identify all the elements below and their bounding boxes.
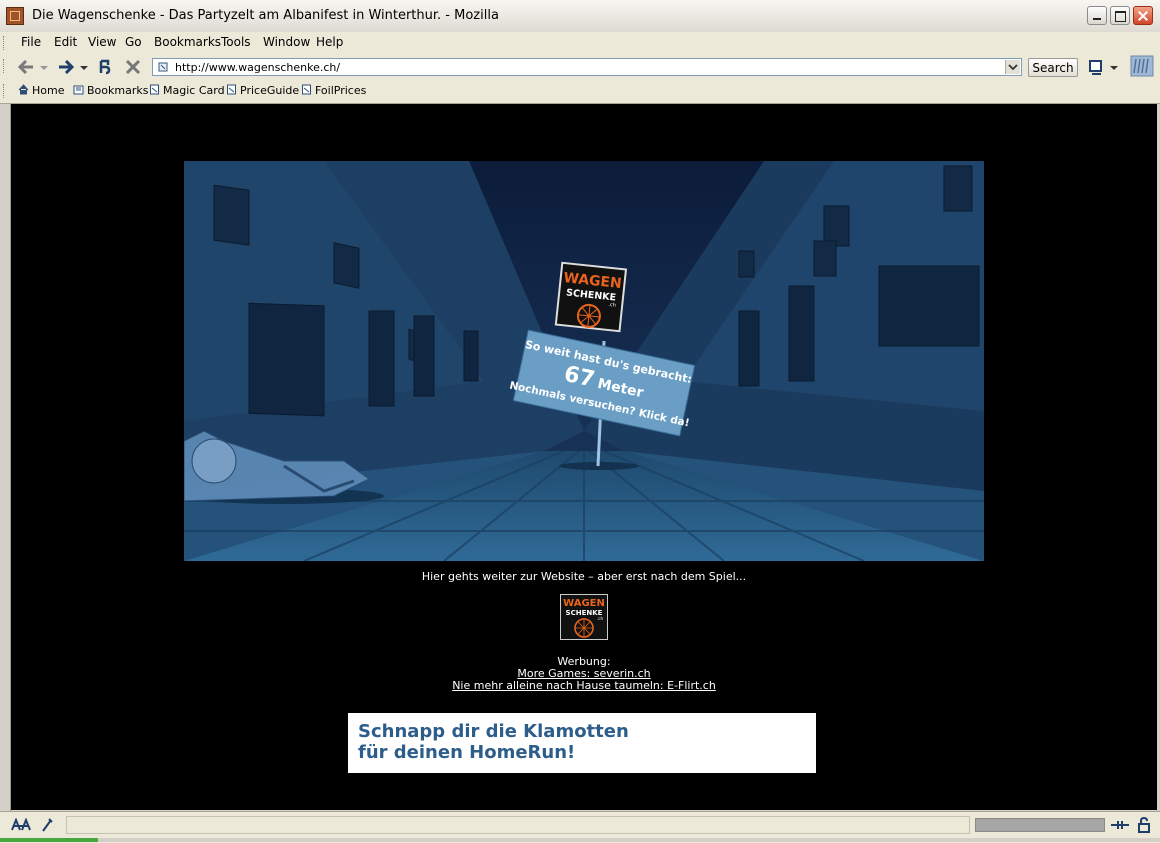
menu-tools[interactable]: Tools [221, 35, 251, 49]
menu-window[interactable]: Window [263, 35, 310, 49]
title-bar: Die Wagenschenke - Das Partyzelt am Alba… [0, 0, 1160, 33]
home-icon [18, 84, 29, 95]
progress-meter [975, 818, 1105, 832]
bookmark-label: Home [32, 84, 65, 97]
alley-scene-illustration: WAGEN SCHENKE .ch So weit hast du's gebr… [184, 161, 984, 561]
online-status-icon[interactable] [1110, 818, 1130, 832]
url-history-dropdown[interactable] [1005, 60, 1020, 74]
print-dropdown-icon[interactable] [1108, 57, 1120, 77]
print-icon[interactable] [1087, 57, 1107, 77]
bookmark-home[interactable]: Home [18, 84, 64, 97]
start-button-edge[interactable] [0, 838, 98, 842]
menu-help[interactable]: Help [316, 35, 343, 49]
bookmark-label: PriceGuide [240, 84, 300, 97]
menu-go[interactable]: Go [125, 35, 142, 49]
menu-bar: File Edit View Go Bookmarks Tools Window… [0, 32, 1160, 55]
forward-dropdown-icon[interactable] [78, 57, 90, 77]
mozilla-app-icon[interactable] [6, 7, 24, 25]
sidebar-grippy[interactable] [0, 104, 11, 812]
game-caption: Hier gehts weiter zur Website – aber ers… [421, 570, 747, 583]
menu-file[interactable]: File [21, 35, 41, 49]
maximize-button[interactable] [1110, 6, 1130, 25]
bookmark-bookmarks[interactable]: Bookmarks [73, 84, 148, 97]
ads-section: Werbung: More Games: severin.ch Nie mehr… [11, 656, 1157, 692]
page-favicon-icon [158, 62, 168, 72]
security-lock-icon [1138, 817, 1150, 833]
status-text [66, 816, 970, 834]
back-arrow-icon[interactable] [16, 57, 36, 77]
banner-line-1: Schnapp dir die Klamotten [358, 721, 629, 742]
taskbar-edge [0, 838, 1160, 842]
bookmarks-folder-icon [73, 85, 84, 95]
mozilla-throbber-icon[interactable] [1130, 55, 1154, 77]
bookmark-label: Magic Card [163, 84, 225, 97]
chevron-down-icon [1008, 64, 1018, 71]
forward-arrow-icon[interactable] [56, 57, 76, 77]
toolbar-grippy[interactable] [3, 84, 8, 98]
wagenschenke-logo[interactable]: WAGEN SCHENKE .ch [560, 594, 608, 640]
bookmark-page-icon [302, 84, 311, 95]
bookmark-label: FoilPrices [315, 84, 367, 97]
bookmark-label: Bookmarks [87, 84, 149, 97]
banner-line-2: für deinen HomeRun! [358, 742, 576, 763]
navigator-component-icon[interactable] [10, 818, 32, 832]
menu-view[interactable]: View [88, 35, 116, 49]
bookmark-magic-card[interactable]: Magic Card [149, 84, 225, 97]
banner-text: Schnapp dir die Klamotten für deinen Hom… [358, 721, 629, 763]
search-button[interactable]: Search [1028, 58, 1078, 77]
navigation-toolbar: Search [0, 54, 1160, 81]
back-dropdown-icon[interactable] [38, 57, 50, 77]
menu-bookmarks[interactable]: Bookmarks [154, 35, 221, 49]
bookmark-page-icon [150, 84, 159, 95]
url-bar[interactable] [152, 58, 1022, 76]
close-button[interactable] [1133, 6, 1153, 25]
personal-toolbar: Home Bookmarks Magic Card PriceGuide Foi… [0, 80, 1160, 104]
ad-link-eflirt[interactable]: Nie mehr alleine nach Hause taumeln: E-F… [452, 679, 716, 692]
composer-pen-icon[interactable] [40, 817, 54, 833]
reload-icon[interactable] [95, 57, 115, 77]
bookmark-foilprices[interactable]: FoilPrices [301, 84, 366, 97]
page-content: WAGEN SCHENKE .ch So weit hast du's gebr… [11, 104, 1157, 810]
toolbar-grippy[interactable] [3, 36, 8, 50]
bookmark-page-icon [227, 84, 236, 95]
logo-text-wagen: WAGEN [563, 598, 605, 609]
toolbar-grippy[interactable] [3, 59, 8, 73]
window-title: Die Wagenschenke - Das Partyzelt am Alba… [32, 8, 499, 23]
url-input[interactable] [175, 60, 995, 74]
bookmark-priceguide[interactable]: PriceGuide [226, 84, 299, 97]
logo-text-suffix: .ch [597, 616, 603, 621]
minimize-button[interactable] [1087, 6, 1107, 25]
ad-banner[interactable]: Schnapp dir die Klamotten für deinen Hom… [348, 713, 816, 773]
stop-icon[interactable] [123, 57, 143, 77]
logo-text-suffix: .ch [608, 302, 616, 309]
menu-edit[interactable]: Edit [54, 35, 77, 49]
flash-game[interactable]: WAGEN SCHENKE .ch So weit hast du's gebr… [184, 161, 984, 561]
